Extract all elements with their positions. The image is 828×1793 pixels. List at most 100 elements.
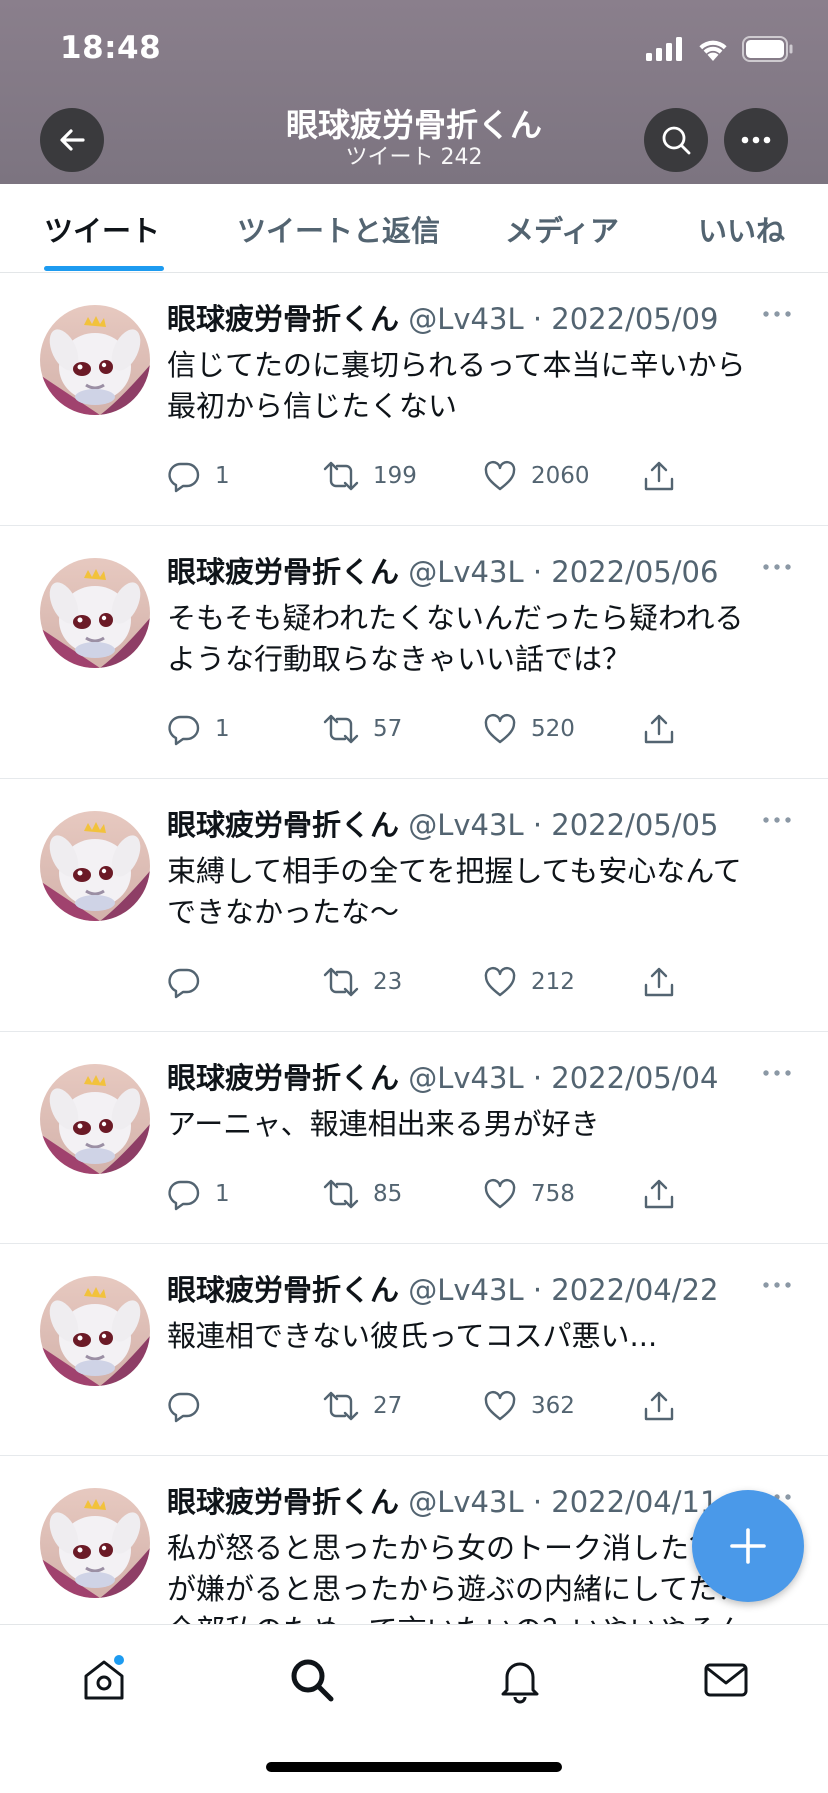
tweet-text-line: 最初から信じたくない xyxy=(167,389,458,423)
avatar[interactable] xyxy=(40,1064,150,1174)
retweet-icon xyxy=(323,714,359,744)
share-button[interactable] xyxy=(642,712,676,746)
retweet-button[interactable]: 199 xyxy=(323,459,417,493)
tweet-author-name[interactable]: 眼球疲労骨折くん xyxy=(167,1485,399,1519)
tweet-item[interactable]: 眼球疲労骨折くん @Lv43L · 2022/05/09 信じてたのに裏切られる… xyxy=(0,273,828,526)
share-button[interactable] xyxy=(642,1177,676,1211)
reply-button[interactable]: 1 xyxy=(167,712,230,746)
share-button[interactable] xyxy=(642,1389,676,1423)
avatar[interactable] xyxy=(40,305,150,415)
tweet-header: 眼球疲労骨折くん @Lv43L · 2022/05/04 xyxy=(167,1060,718,1096)
tab-media[interactable]: メディア xyxy=(505,208,619,250)
tweet-item[interactable]: 眼球疲労骨折くん @Lv43L · 2022/05/06 そもそも疑われたくない… xyxy=(0,526,828,779)
tweet-more-icon xyxy=(763,564,791,570)
tweet-text-line: 信じてたのに裏切られるって本当に辛いから xyxy=(167,348,746,382)
compose-tweet-button[interactable] xyxy=(692,1490,804,1602)
nav-search[interactable] xyxy=(287,1655,337,1705)
share-button[interactable] xyxy=(642,965,676,999)
plus-icon xyxy=(730,1528,766,1564)
avatar[interactable] xyxy=(40,1488,150,1598)
tweet-author-name[interactable]: 眼球疲労骨折くん xyxy=(167,302,399,336)
retweet-count: 57 xyxy=(373,716,403,742)
tweet-text-line: 束縛して相手の全てを把握しても安心なんて xyxy=(167,854,742,888)
retweet-button[interactable]: 27 xyxy=(323,1389,402,1423)
tweet-author-name[interactable]: 眼球疲労骨折くん xyxy=(167,1061,399,1095)
tweet-item[interactable]: 眼球疲労骨折くん @Lv43L · 2022/05/05 束縛して相手の全てを把… xyxy=(0,779,828,1032)
tweet-item[interactable]: 眼球疲労骨折くん @Lv43L · 2022/04/22 報連相できない彼氏って… xyxy=(0,1244,828,1456)
tab-tweets[interactable]: ツイート xyxy=(44,208,160,250)
profile-tabs: ツイート ツイートと返信 メディア いいね xyxy=(0,184,828,273)
tweet-more-button[interactable] xyxy=(762,556,792,575)
like-button[interactable]: 212 xyxy=(483,965,575,999)
tweet-text-line: そもそも疑われたくないんだったら疑われる xyxy=(167,601,744,635)
tweet-actions: 1 199 2060 xyxy=(167,459,687,499)
like-button[interactable]: 758 xyxy=(483,1177,575,1211)
cellular-signal-icon xyxy=(646,37,682,61)
like-heart-icon xyxy=(484,460,516,491)
tweet-more-icon xyxy=(763,817,791,823)
tweet-header: 眼球疲労骨折くん @Lv43L · 2022/05/06 xyxy=(167,554,718,590)
tab-tweets-and-replies[interactable]: ツイートと返信 xyxy=(237,208,440,250)
avatar[interactable] xyxy=(40,558,150,668)
home-icon xyxy=(84,1655,124,1700)
avatar[interactable] xyxy=(40,1276,150,1386)
nav-notifications[interactable] xyxy=(495,1655,545,1705)
reply-button[interactable]: 1 xyxy=(167,459,230,493)
tweet-text: そもそも疑われたくないんだったら疑われる ような行動取らなきゃいい話では？ xyxy=(167,598,792,680)
tweet-author-name[interactable]: 眼球疲労骨折くん xyxy=(167,1273,399,1307)
notifications-bell-icon xyxy=(501,1662,539,1704)
tweet-text-line: ような行動取らなきゃいい話では？ xyxy=(167,642,632,676)
status-icons xyxy=(646,36,794,62)
tweet-author-name[interactable]: 眼球疲労骨折くん xyxy=(167,808,399,842)
tweet-text-line: アーニャ、報連相出来る男が好き xyxy=(167,1107,600,1141)
like-button[interactable]: 2060 xyxy=(483,459,590,493)
more-button[interactable] xyxy=(724,108,788,172)
share-button[interactable] xyxy=(642,459,676,493)
like-button[interactable]: 520 xyxy=(483,712,575,746)
wifi-icon xyxy=(699,40,727,61)
tweet-header: 眼球疲労骨折くん @Lv43L · 2022/05/09 xyxy=(167,301,718,337)
like-count: 212 xyxy=(531,969,575,995)
reply-icon xyxy=(168,968,200,999)
retweet-count: 23 xyxy=(373,969,403,995)
nav-home[interactable] xyxy=(79,1655,129,1705)
retweet-count: 27 xyxy=(373,1393,403,1419)
tweet-more-icon xyxy=(763,1282,791,1288)
tweet-more-icon xyxy=(763,311,791,317)
retweet-button[interactable]: 85 xyxy=(323,1177,402,1211)
nav-messages[interactable] xyxy=(701,1655,751,1705)
like-count: 362 xyxy=(531,1393,575,1419)
tweet-more-button[interactable] xyxy=(762,809,792,828)
tweet-handle-date: @Lv43L · 2022/04/11 xyxy=(408,1485,719,1519)
tweet-item[interactable]: 眼球疲労骨折くん @Lv43L · 2022/05/04 アーニャ、報連相出来る… xyxy=(0,1032,828,1244)
tweet-more-button[interactable] xyxy=(762,303,792,322)
retweet-count: 85 xyxy=(373,1181,403,1207)
tweet-more-button[interactable] xyxy=(762,1274,792,1293)
tweet-actions: 23 212 xyxy=(167,965,687,1005)
search-button[interactable] xyxy=(644,108,708,172)
battery-icon xyxy=(742,36,793,62)
retweet-button[interactable]: 23 xyxy=(323,965,402,999)
tweet-more-button[interactable] xyxy=(762,1062,792,1081)
retweet-count: 199 xyxy=(373,463,417,489)
tab-likes[interactable]: いいね xyxy=(698,208,785,250)
reply-button[interactable] xyxy=(167,965,215,999)
active-tab-indicator xyxy=(44,266,164,271)
tweet-handle-date: @Lv43L · 2022/05/04 xyxy=(408,1061,719,1095)
tweet-handle-date: @Lv43L · 2022/05/05 xyxy=(408,808,719,842)
tweet-actions: 1 57 520 xyxy=(167,712,687,752)
home-indicator xyxy=(266,1762,562,1772)
search-icon xyxy=(291,1659,334,1702)
like-button[interactable]: 362 xyxy=(483,1389,575,1423)
avatar[interactable] xyxy=(40,811,150,921)
tweet-author-name[interactable]: 眼球疲労骨折くん xyxy=(167,555,399,589)
reply-icon xyxy=(168,462,200,493)
tweet-text: 束縛して相手の全てを把握しても安心なんて できなかったな〜 xyxy=(167,851,792,933)
tweet-header: 眼球疲労骨折くん @Lv43L · 2022/04/22 xyxy=(167,1272,718,1308)
status-time: 18:48 xyxy=(60,30,162,66)
reply-button[interactable]: 1 xyxy=(167,1177,230,1211)
tweet-handle-date: @Lv43L · 2022/05/09 xyxy=(408,302,719,336)
tweet-text: 報連相できない彼氏ってコスパ悪い... xyxy=(167,1316,792,1357)
retweet-button[interactable]: 57 xyxy=(323,712,402,746)
reply-button[interactable] xyxy=(167,1389,215,1423)
